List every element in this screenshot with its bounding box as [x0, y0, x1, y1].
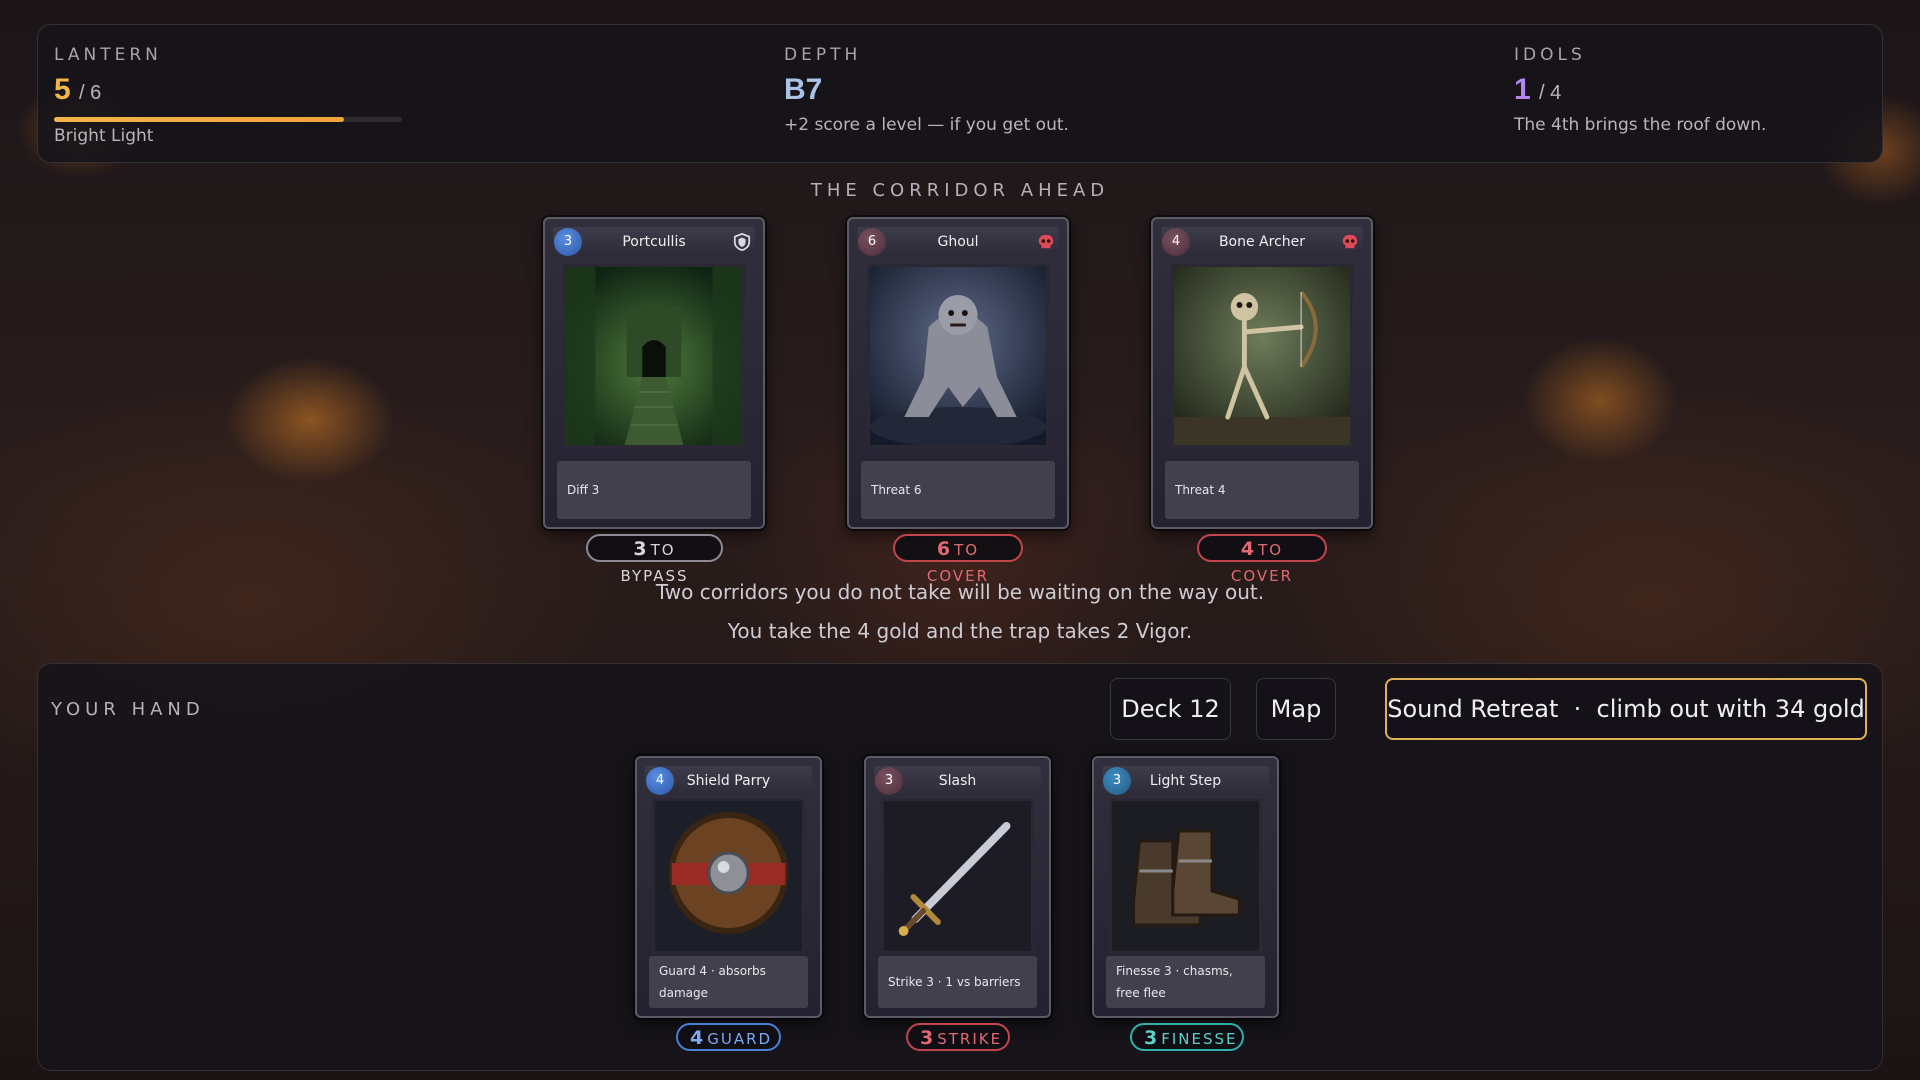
- card-description: Threat 4: [1165, 461, 1359, 519]
- idols-note: The 4th brings the roof down.: [1514, 115, 1767, 135]
- corridor-card-ghoul[interactable]: Ghoul 6 Threat 6: [847, 217, 1069, 529]
- shield-icon: [733, 233, 751, 251]
- guard-pill: 4 GUARD: [676, 1023, 781, 1051]
- pill-number: 3: [1144, 1027, 1158, 1049]
- corridor-card-bone-archer[interactable]: Bone Archer 4 Threat 4: [1151, 217, 1373, 529]
- hand-card-slash[interactable]: Slash 3 Strike 3 · 1 vs barriers: [864, 756, 1051, 1018]
- pill-text: FINESSE: [1161, 1030, 1238, 1048]
- idols-value: 1: [1514, 73, 1531, 106]
- pill-number: 4: [1240, 538, 1255, 560]
- skull-icon: [1342, 234, 1358, 249]
- corridor-card-portcullis[interactable]: Portcullis 3 Diff 3: [543, 217, 765, 529]
- pill-number: 3: [920, 1027, 934, 1049]
- depth-note: +2 score a level — if you get out.: [784, 115, 1069, 135]
- lantern-value: 5: [54, 73, 71, 106]
- pill-text: GUARD: [707, 1030, 773, 1048]
- lantern-label: LANTERN: [54, 45, 162, 65]
- card-title: Portcullis: [553, 227, 755, 257]
- corridor-message-2: You take the 4 gold and the trap takes 2…: [727, 619, 1193, 643]
- boots-art: [1109, 798, 1262, 954]
- card-cost: 4: [1162, 228, 1190, 256]
- card-title: Ghoul: [857, 227, 1059, 257]
- lantern-note: Bright Light: [54, 126, 154, 146]
- hand-card-shield-parry[interactable]: Shield Parry 4 Guard 4 · absorbs damage: [635, 756, 822, 1018]
- lantern-max: / 6: [79, 82, 102, 104]
- corridor-message-1: Two corridors you do not take will be wa…: [655, 580, 1265, 604]
- pill-number: 4: [690, 1027, 704, 1049]
- idols-stat: IDOLS 1 / 4 The 4th brings the roof down…: [1514, 45, 1766, 135]
- ghoul-art: [867, 264, 1049, 448]
- lantern-stat: LANTERN 5 / 6 Bright Light: [54, 45, 402, 146]
- idols-max: / 4: [1539, 82, 1562, 104]
- lantern-bar-fill: [54, 117, 344, 122]
- ghoul-cover-pill: 6 TO COVER: [893, 534, 1023, 585]
- depth-stat: DEPTH B7 +2 score a level — if you get o…: [784, 45, 1069, 135]
- skull-icon: [1038, 234, 1054, 249]
- portcullis-art: [563, 264, 745, 448]
- card-cost: 6: [858, 228, 886, 256]
- pill-text: STRIKE: [937, 1030, 1003, 1048]
- lantern-bar: [54, 117, 402, 122]
- card-description: Threat 6: [861, 461, 1055, 519]
- deck-button[interactable]: Deck 12: [1110, 678, 1231, 740]
- sound-retreat-button[interactable]: Sound Retreat · climb out with 34 gold: [1385, 678, 1867, 740]
- card-cost: 3: [554, 228, 582, 256]
- card-cost: 3: [1103, 767, 1131, 795]
- bone-archer-art: [1171, 264, 1353, 448]
- finesse-pill: 3 FINESSE: [1130, 1023, 1244, 1051]
- sword-art: [881, 798, 1034, 954]
- card-description: Strike 3 · 1 vs barriers: [878, 956, 1037, 1008]
- map-button[interactable]: Map: [1256, 678, 1336, 740]
- status-panel: LANTERN 5 / 6 Bright Light DEPTH B7 +2 s…: [37, 24, 1883, 163]
- card-cost: 3: [875, 767, 903, 795]
- card-description: Diff 3: [557, 461, 751, 519]
- depth-label: DEPTH: [784, 45, 862, 65]
- depth-value: B7: [784, 73, 823, 106]
- pill-text: TO BYPASS: [620, 541, 689, 585]
- pill-number: 6: [936, 538, 951, 560]
- archer-cover-pill: 4 TO COVER: [1197, 534, 1327, 585]
- card-title: Bone Archer: [1161, 227, 1363, 257]
- bypass-pill: 3 TO BYPASS: [586, 534, 723, 585]
- card-cost: 4: [646, 767, 674, 795]
- shield-art: [652, 798, 805, 954]
- idols-label: IDOLS: [1514, 45, 1586, 65]
- corridor-title: THE CORRIDOR AHEAD: [810, 180, 1110, 201]
- pill-number: 3: [633, 538, 647, 560]
- card-description: Guard 4 · absorbs damage: [649, 956, 808, 1008]
- strike-pill: 3 STRIKE: [906, 1023, 1010, 1051]
- hand-title: YOUR HAND: [51, 699, 205, 720]
- hand-card-light-step[interactable]: Light Step 3 Finesse 3 · chasms, free fl…: [1092, 756, 1279, 1018]
- card-description: Finesse 3 · chasms, free flee: [1106, 956, 1265, 1008]
